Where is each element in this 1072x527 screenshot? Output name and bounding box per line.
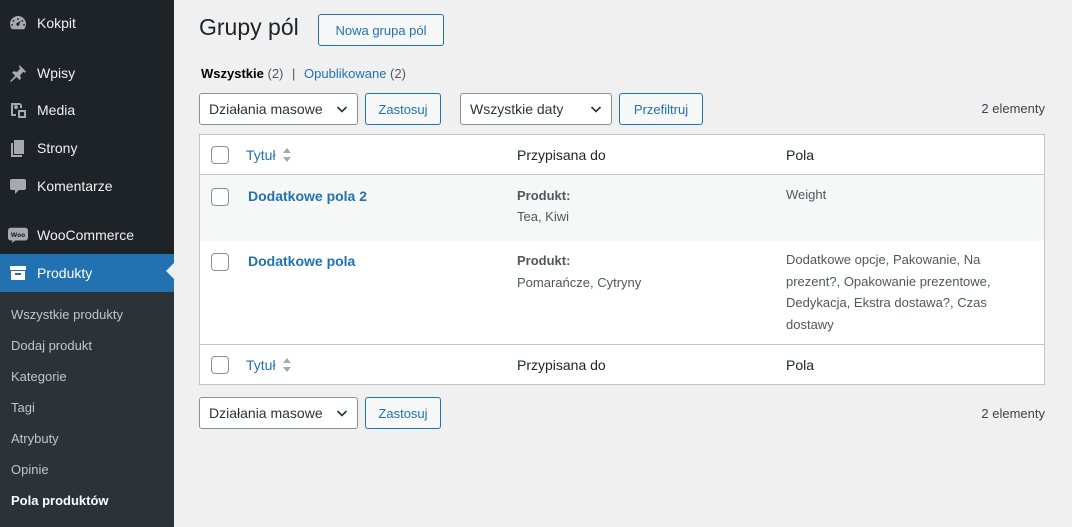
column-title-footer[interactable]: Tytuł [246,356,292,374]
items-count-top: 2 elementy [981,101,1045,116]
assigned-values: Tea, Kiwi [517,209,570,224]
assigned-values: Pomarańcze, Cytryny [517,275,642,290]
view-all-count: (2) [267,66,284,81]
comment-icon [8,176,28,196]
submenu-reviews[interactable]: Opinie [11,462,49,477]
field-groups-table: Tytuł Przypisana do Pola Dodatkowe pola … [199,134,1045,385]
archive-icon [8,263,28,283]
table-row: Dodatkowe pola 2 Produkt: Tea, Kiwi Weig… [200,175,1044,241]
view-separator: | [292,66,296,81]
bulk-actions-select-top[interactable]: Działania masowe [199,93,358,125]
menu-item-media[interactable]: Media [0,93,174,127]
submenu-attributes[interactable]: Atrybuty [11,431,59,446]
assigned-label: Produkt: [517,188,571,203]
submenu-all-products[interactable]: Wszystkie produkty [11,307,123,322]
page-title: Grupy pól [199,14,299,40]
row-checkbox[interactable] [211,188,229,206]
column-fields-header: Pola [786,147,815,163]
menu-item-dashboard[interactable]: Kokpit [0,6,174,40]
menu-item-pages[interactable]: Strony [0,131,174,165]
column-title-label: Tytuł [246,147,276,163]
chevron-down-icon [336,410,348,417]
menu-item-woocommerce[interactable]: Woo WooCommerce [0,218,174,252]
submenu-categories[interactable]: Kategorie [11,369,67,384]
menu-item-posts[interactable]: Wpisy [0,56,174,90]
row-title-link[interactable]: Dodatkowe pola 2 [248,188,367,204]
bulk-actions-value: Działania masowe [209,405,323,421]
menu-label: Komentarze [37,178,113,194]
view-filters: Wszystkie (2) | Opublikowane (2) [201,66,406,81]
menu-item-comments[interactable]: Komentarze [0,169,174,203]
view-published-link[interactable]: Opublikowane [304,66,386,81]
view-published-count: (2) [390,66,406,81]
menu-label: WooCommerce [37,227,134,243]
dashboard-icon [8,13,28,33]
apply-button-bottom[interactable]: Zastosuj [365,397,441,429]
products-submenu: Wszystkie produkty Dodaj produkt Kategor… [0,292,174,527]
submenu-tags[interactable]: Tagi [11,400,35,415]
menu-label: Strony [37,140,78,156]
assigned-label: Produkt: [517,253,571,268]
chevron-down-icon [590,106,602,113]
submenu-product-fields[interactable]: Pola produktów [11,493,109,508]
pin-icon [8,63,28,83]
bulk-actions-select-bottom[interactable]: Działania masowe [199,397,358,429]
submenu-add-product[interactable]: Dodaj produkt [11,338,92,353]
add-new-field-group-button[interactable]: Nowa grupa pól [318,14,444,46]
menu-label: Wpisy [37,65,76,81]
select-all-checkbox[interactable] [211,146,229,164]
menu-label: Produkty [37,265,93,281]
fields-list: Dodatkowe opcje, Pakowanie, Na prezent?,… [786,252,991,332]
row-title-link[interactable]: Dodatkowe pola [248,253,355,269]
chevron-down-icon [336,106,348,113]
table-footer: Tytuł Przypisana do Pola [200,344,1044,384]
media-icon [8,100,28,120]
bulk-actions-value: Działania masowe [209,101,323,117]
column-title-label: Tytuł [246,357,276,373]
sort-icon [282,358,291,372]
column-assigned-footer: Przypisana do [517,357,606,373]
view-all-link[interactable]: Wszystkie [201,66,264,81]
sort-icon [282,148,291,162]
row-checkbox[interactable] [211,253,229,271]
column-assigned-header: Przypisana do [517,147,606,163]
table-header: Tytuł Przypisana do Pola [200,135,1044,175]
column-fields-footer: Pola [786,357,815,373]
column-title-header[interactable]: Tytuł [246,146,292,164]
filter-button[interactable]: Przefiltruj [619,93,703,125]
menu-item-products[interactable]: Produkty [0,254,174,292]
woocommerce-icon: Woo [8,225,28,245]
date-filter-value: Wszystkie daty [470,101,564,117]
select-all-checkbox-footer[interactable] [211,356,229,374]
items-count-bottom: 2 elementy [981,406,1045,421]
fields-list: Weight [786,187,827,202]
pages-icon [8,138,28,158]
date-filter-select[interactable]: Wszystkie daty [460,93,612,125]
svg-text:Woo: Woo [11,233,25,239]
apply-button-top[interactable]: Zastosuj [365,93,441,125]
menu-label: Media [37,102,76,118]
table-row: Dodatkowe pola Produkt: Pomarańcze, Cytr… [200,241,1044,344]
admin-sidebar: Kokpit Wpisy Media Strony Komentarze Woo… [0,0,174,527]
menu-label: Kokpit [37,15,76,31]
